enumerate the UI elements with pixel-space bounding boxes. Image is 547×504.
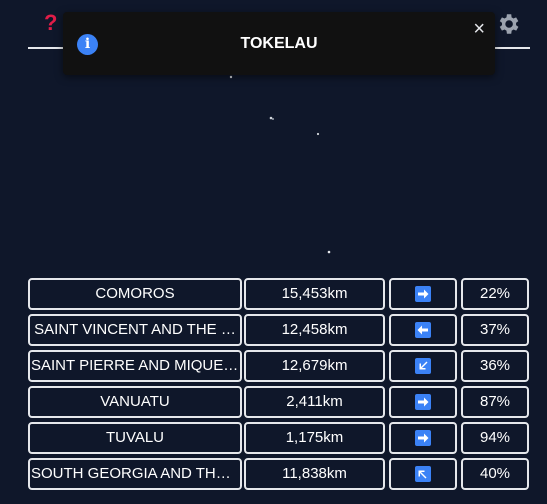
guess-row: SOUTH GEORGIA AND THE … 11,838km 40%: [28, 458, 530, 490]
arrow-right-icon: [415, 430, 431, 446]
question-mark-icon[interactable]: ?: [44, 11, 57, 35]
arrow-right-icon: [415, 286, 431, 302]
guess-country: SAINT VINCENT AND THE …: [28, 314, 242, 346]
answer-toast: i TOKELAU ×: [63, 12, 495, 75]
guess-proximity: 22%: [461, 278, 529, 310]
guess-proximity: 87%: [461, 386, 529, 418]
guess-distance: 11,838km: [244, 458, 385, 490]
guess-row: COMOROS 15,453km 22%: [28, 278, 530, 310]
guess-row: TUVALU 1,175km 94%: [28, 422, 530, 454]
guess-distance: 12,679km: [244, 350, 385, 382]
guess-row: SAINT VINCENT AND THE … 12,458km 37%: [28, 314, 530, 346]
arrow-up-left-icon: [415, 466, 431, 482]
guess-list: COMOROS 15,453km 22% SAINT VINCENT AND T…: [28, 278, 530, 494]
guess-country: TUVALU: [28, 422, 242, 454]
guess-proximity: 36%: [461, 350, 529, 382]
guess-proximity: 40%: [461, 458, 529, 490]
guess-direction: [389, 278, 457, 310]
close-button[interactable]: ×: [473, 19, 485, 39]
guess-direction: [389, 422, 457, 454]
arrow-left-icon: [415, 322, 431, 338]
globe-map[interactable]: [0, 75, 547, 275]
guess-distance: 1,175km: [244, 422, 385, 454]
guess-direction: [389, 314, 457, 346]
guess-country: SOUTH GEORGIA AND THE …: [28, 458, 242, 490]
guess-direction: [389, 458, 457, 490]
guess-proximity: 94%: [461, 422, 529, 454]
gear-icon[interactable]: [495, 11, 521, 37]
guess-direction: [389, 350, 457, 382]
guess-distance: 15,453km: [244, 278, 385, 310]
guess-row: SAINT PIERRE AND MIQUEL… 12,679km 36%: [28, 350, 530, 382]
guess-country: COMOROS: [28, 278, 242, 310]
guess-distance: 2,411km: [244, 386, 385, 418]
guess-direction: [389, 386, 457, 418]
guess-proximity: 37%: [461, 314, 529, 346]
guess-country: SAINT PIERRE AND MIQUEL…: [28, 350, 242, 382]
arrow-right-icon: [415, 394, 431, 410]
guess-row: VANUATU 2,411km 87%: [28, 386, 530, 418]
arrow-down-left-icon: [415, 358, 431, 374]
guess-distance: 12,458km: [244, 314, 385, 346]
guess-country: VANUATU: [28, 386, 242, 418]
toast-title: TOKELAU: [240, 35, 318, 52]
